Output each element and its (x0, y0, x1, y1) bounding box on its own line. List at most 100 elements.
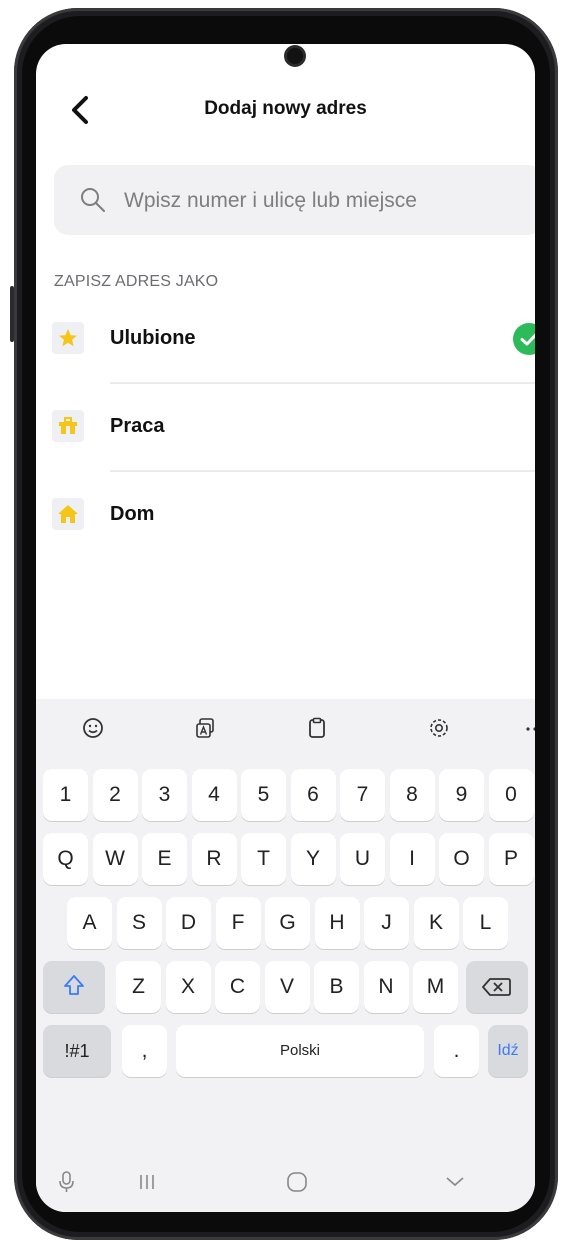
symbols-key[interactable]: !#1 (43, 1025, 111, 1077)
key-l[interactable]: L (463, 897, 508, 949)
go-key[interactable]: Idź (488, 1025, 528, 1077)
key-g[interactable]: G (265, 897, 310, 949)
side-button (10, 286, 14, 342)
key-label: I (409, 847, 415, 870)
key-label: M (426, 975, 445, 998)
key-label: Polski (279, 1042, 320, 1059)
key-label: N (378, 975, 394, 998)
key-c[interactable]: C (215, 961, 260, 1013)
briefcase-icon (52, 410, 84, 442)
key-label: 6 (307, 783, 319, 806)
key-label: V (279, 975, 294, 998)
keyboard: 1 2 3 4 5 6 7 8 9 0 Q W E R T Y U I O P A S D F G H J K L Z X C V B N M !#1,… (36, 699, 535, 1212)
key-k[interactable]: K (413, 897, 459, 949)
key-0[interactable]: 0 (488, 769, 534, 821)
key-label: G (279, 911, 296, 934)
key-x[interactable]: X (165, 961, 211, 1013)
key-8[interactable]: 8 (389, 769, 435, 821)
key-label: 1 (59, 783, 72, 806)
settings-icon[interactable] (422, 711, 456, 745)
key-label: Idź (497, 1042, 519, 1059)
key-5[interactable]: 5 (241, 769, 286, 821)
key-label: . (453, 1039, 460, 1062)
key-label: X (180, 975, 195, 998)
key-h[interactable]: H (314, 897, 360, 949)
navigation-bar (36, 1151, 535, 1212)
key-t[interactable]: T (241, 833, 286, 885)
key-label: Z (132, 975, 145, 998)
key-label: F (231, 911, 245, 934)
period-key[interactable]: . (434, 1025, 479, 1077)
key-4[interactable]: 4 (191, 769, 237, 821)
address-type-label: Dom (110, 503, 155, 525)
key-label: D (180, 911, 197, 934)
search-field[interactable] (54, 165, 535, 237)
key-label: O (453, 847, 470, 870)
home-icon (52, 498, 84, 530)
key-6[interactable]: 6 (290, 769, 336, 821)
key-a[interactable]: A (67, 897, 112, 949)
key-7[interactable]: 7 (340, 769, 385, 821)
keyboard-toolbar (36, 699, 535, 757)
address-type-home[interactable]: Dom (36, 472, 535, 560)
space-key[interactable]: Polski (176, 1025, 424, 1077)
key-q[interactable]: Q (43, 833, 88, 885)
header: Dodaj nowy adres (36, 84, 535, 134)
page-title: Dodaj nowy adres (204, 98, 367, 119)
key-p[interactable]: P (488, 833, 534, 885)
key-label: S (131, 911, 146, 934)
key-1[interactable]: 1 (43, 769, 88, 821)
key-v[interactable]: V (264, 961, 310, 1013)
key-9[interactable]: 9 (439, 769, 484, 821)
key-label: B (329, 975, 344, 998)
search-input[interactable] (122, 165, 526, 237)
hide-keyboard-icon[interactable] (440, 1167, 470, 1197)
key-label: !#1 (64, 1041, 90, 1061)
key-label: 7 (356, 783, 369, 806)
key-2[interactable]: 2 (92, 769, 138, 821)
key-label: J (381, 911, 392, 934)
key-j[interactable]: J (364, 897, 409, 949)
key-label: T (257, 847, 270, 870)
key-z[interactable]: Z (116, 961, 161, 1013)
clipboard-icon[interactable] (300, 711, 334, 745)
key-label: 4 (208, 783, 220, 806)
home-button-icon[interactable] (282, 1167, 312, 1197)
shift-key[interactable] (43, 961, 105, 1013)
key-label: , (141, 1039, 148, 1062)
key-w[interactable]: W (92, 833, 138, 885)
address-type-work[interactable]: Praca (36, 384, 535, 472)
key-f[interactable]: F (215, 897, 261, 949)
key-b[interactable]: B (314, 961, 359, 1013)
microphone-icon[interactable] (52, 1167, 82, 1197)
key-label: R (206, 847, 222, 870)
more-icon[interactable] (518, 711, 535, 745)
emoji-icon[interactable] (76, 711, 110, 745)
address-type-favorite[interactable]: Ulubione (36, 296, 535, 384)
key-label: 5 (257, 783, 270, 806)
key-label: H (329, 911, 345, 934)
backspace-key[interactable] (466, 961, 528, 1013)
recent-apps-icon[interactable] (132, 1167, 162, 1197)
selected-check-icon (513, 323, 535, 355)
key-d[interactable]: D (166, 897, 211, 949)
key-s[interactable]: S (116, 897, 162, 949)
translate-icon[interactable] (188, 711, 222, 745)
key-3[interactable]: 3 (142, 769, 187, 821)
key-r[interactable]: R (191, 833, 237, 885)
key-m[interactable]: M (413, 961, 458, 1013)
key-label: 8 (406, 783, 418, 806)
key-y[interactable]: Y (290, 833, 336, 885)
key-u[interactable]: U (340, 833, 385, 885)
key-i[interactable]: I (389, 833, 435, 885)
key-label: K (428, 911, 443, 934)
search-icon (81, 188, 105, 212)
comma-key[interactable]: , (122, 1025, 167, 1077)
key-label: Q (57, 847, 74, 870)
key-label: L (479, 911, 492, 934)
key-n[interactable]: N (363, 961, 409, 1013)
key-label: W (105, 847, 125, 870)
front-camera (287, 48, 303, 64)
key-o[interactable]: O (439, 833, 484, 885)
key-e[interactable]: E (142, 833, 187, 885)
